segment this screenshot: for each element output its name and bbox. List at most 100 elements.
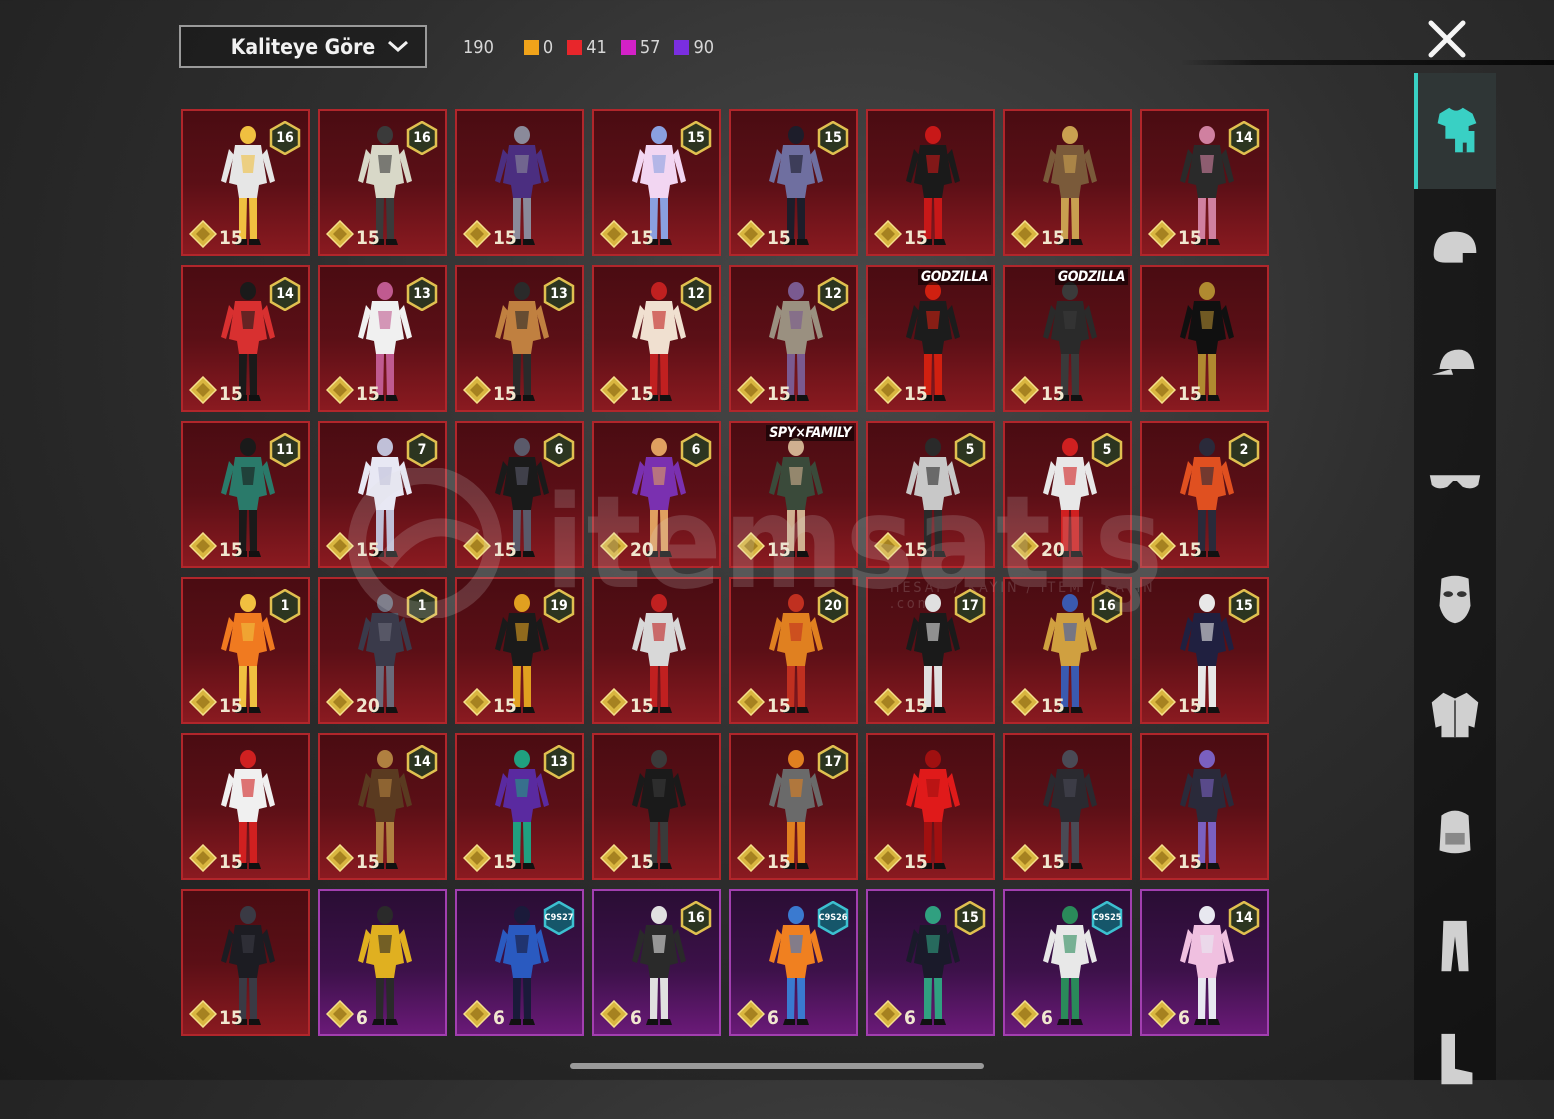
outfit-card[interactable]: 5 15 [866, 421, 995, 568]
price-coin-icon [1011, 688, 1039, 716]
sidebar-item-outfit[interactable] [1414, 73, 1496, 189]
price-coin-icon [326, 532, 354, 560]
outfit-card[interactable]: C9S27 6 [455, 889, 584, 1036]
outfit-card[interactable]: 16 6 [592, 889, 721, 1036]
outfit-card[interactable]: 15 6 [866, 889, 995, 1036]
sidebar-item-mask[interactable] [1414, 540, 1496, 656]
inventory-grid: 16 15 16 15 15 15 15 15 15 15 15 14 15 1… [181, 109, 1269, 1036]
price-coin-icon [737, 532, 765, 560]
outfit-card[interactable]: 17 15 [729, 733, 858, 880]
sort-dropdown[interactable]: Kaliteye Göre [179, 25, 427, 68]
price-coin-icon [189, 532, 217, 560]
sidebar-item-helmet[interactable] [1414, 193, 1496, 309]
home-indicator[interactable] [570, 1063, 984, 1069]
item-price: 15 [767, 227, 791, 249]
outfit-card[interactable]: 6 15 [455, 421, 584, 568]
outfit-card[interactable]: 14 6 [1140, 889, 1269, 1036]
outfit-card[interactable]: 1 20 [318, 577, 447, 724]
pants-icon [1441, 920, 1469, 972]
item-price: 15 [356, 227, 380, 249]
sidebar-item-glasses[interactable] [1414, 423, 1496, 539]
outfit-card[interactable]: 15 [181, 733, 310, 880]
outfit-card[interactable]: 13 15 [455, 733, 584, 880]
outfit-card[interactable]: 5 20 [1003, 421, 1132, 568]
item-price: 20 [356, 695, 380, 717]
outfit-card[interactable]: 11 15 [181, 421, 310, 568]
outfit-card[interactable]: 16 15 [181, 109, 310, 256]
outfit-card[interactable]: GODZILLA 15 [866, 265, 995, 412]
item-price: 15 [904, 851, 928, 873]
price-coin-icon [463, 376, 491, 404]
outfit-card[interactable]: C9S25 6 [1003, 889, 1132, 1036]
outfit-card[interactable]: 6 20 [592, 421, 721, 568]
outfit-card[interactable]: 13 15 [318, 265, 447, 412]
price-coin-icon [737, 220, 765, 248]
price-coin-icon [874, 844, 902, 872]
outfit-card[interactable]: 20 15 [729, 577, 858, 724]
item-price: 15 [356, 383, 380, 405]
item-price: 15 [356, 851, 380, 873]
rank-badge-text: 14 [413, 754, 431, 770]
item-price: 15 [904, 383, 928, 405]
sidebar-item-pants[interactable] [1414, 888, 1496, 1004]
rank-badge-text: C9S27 [544, 913, 574, 923]
outfit-card[interactable]: 7 15 [318, 421, 447, 568]
outfit-card[interactable]: 16 15 [318, 109, 447, 256]
outfit-card[interactable]: 12 15 [729, 265, 858, 412]
outfit-card[interactable]: 15 15 [1140, 577, 1269, 724]
price-coin-icon [463, 220, 491, 248]
outfit-card[interactable]: SPY×FAMILY 15 [729, 421, 858, 568]
outfit-card[interactable]: 15 15 [592, 109, 721, 256]
outfit-card[interactable]: 15 [1003, 109, 1132, 256]
item-price: 15 [904, 227, 928, 249]
sidebar-item-jacket[interactable] [1414, 656, 1496, 772]
outfit-card[interactable]: 15 [1140, 265, 1269, 412]
outfit-card[interactable]: 15 [455, 109, 584, 256]
outfit-card[interactable]: 15 [866, 109, 995, 256]
sidebar-item-backpack[interactable] [1414, 773, 1496, 889]
outfit-card[interactable]: 13 15 [455, 265, 584, 412]
item-price: 15 [493, 695, 517, 717]
rank-badge-text: 14 [1235, 130, 1253, 146]
top-bar: Kaliteye Göre 190 0 41 57 90 [0, 0, 1554, 95]
item-price: 15 [1178, 539, 1202, 561]
rank-badge-text: 2 [1239, 442, 1249, 458]
outfit-card[interactable]: 15 [181, 889, 310, 1036]
price-coin-icon [326, 688, 354, 716]
rank-badge-text: 1 [417, 598, 427, 614]
outfit-card[interactable]: 16 15 [1003, 577, 1132, 724]
rank-badge-text: 14 [276, 286, 294, 302]
outfit-card[interactable]: 12 15 [592, 265, 721, 412]
outfit-card[interactable]: 15 15 [729, 109, 858, 256]
outfit-card[interactable]: 17 15 [866, 577, 995, 724]
outfit-card[interactable]: 15 [592, 733, 721, 880]
outfit-card[interactable]: 15 [592, 577, 721, 724]
outfit-card[interactable]: 14 15 [318, 733, 447, 880]
outfit-card[interactable]: 1 15 [181, 577, 310, 724]
rank-badge-text: 16 [276, 130, 294, 146]
item-price: 15 [1041, 851, 1065, 873]
outfit-card[interactable]: 14 15 [181, 265, 310, 412]
outfit-card[interactable]: C9S26 6 [729, 889, 858, 1036]
outfit-card[interactable]: 14 15 [1140, 109, 1269, 256]
close-button[interactable] [1426, 18, 1468, 60]
outfit-card[interactable]: 15 [1003, 733, 1132, 880]
sidebar-item-boots[interactable] [1414, 1003, 1496, 1119]
outfit-card[interactable]: 2 15 [1140, 421, 1269, 568]
item-price: 15 [767, 539, 791, 561]
item-price: 15 [630, 227, 654, 249]
item-price: 6 [904, 1007, 916, 1029]
item-price: 15 [904, 539, 928, 561]
outfit-card[interactable]: 15 [866, 733, 995, 880]
outfit-card[interactable]: 19 15 [455, 577, 584, 724]
price-coin-icon [1148, 1000, 1176, 1028]
item-price: 15 [493, 851, 517, 873]
price-coin-icon [1148, 688, 1176, 716]
outfit-card[interactable]: 15 [1140, 733, 1269, 880]
outfit-card[interactable]: 6 [318, 889, 447, 1036]
sidebar-item-cap[interactable] [1414, 309, 1496, 425]
rank-badge-text: 20 [824, 598, 842, 614]
mythic-count: 41 [586, 36, 607, 58]
outfit-card[interactable]: GODZILLA 15 [1003, 265, 1132, 412]
item-price: 15 [630, 851, 654, 873]
